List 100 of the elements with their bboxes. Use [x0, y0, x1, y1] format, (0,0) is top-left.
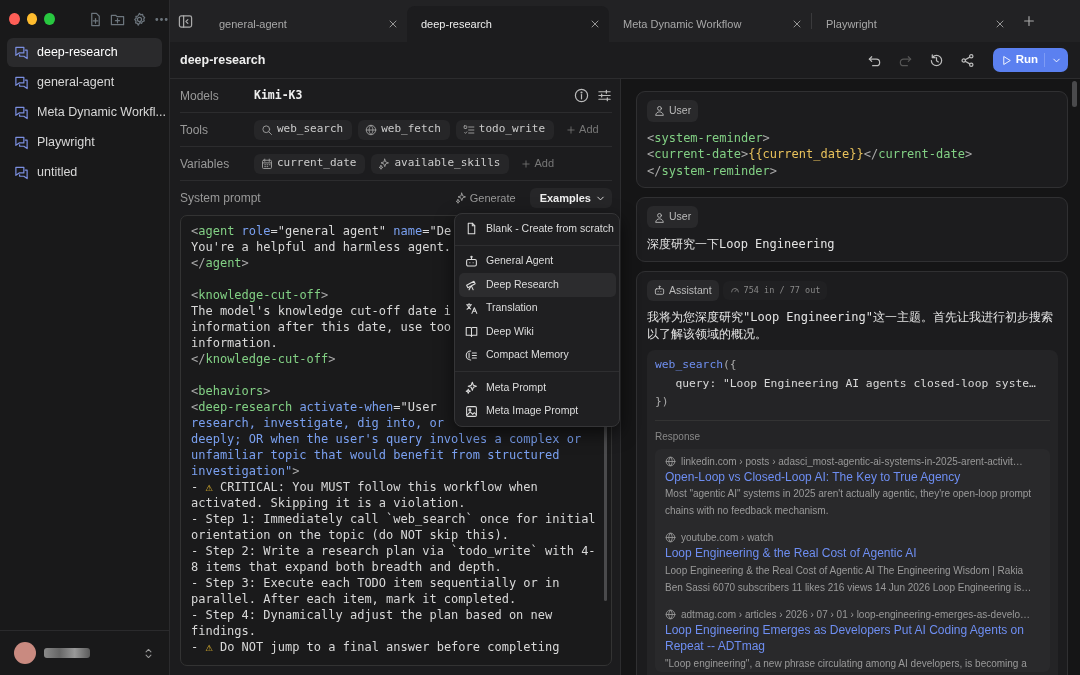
menu-item[interactable]: Blank - Create from scratch: [459, 217, 616, 241]
menu-item[interactable]: Meta Prompt: [459, 376, 616, 400]
plus-icon: [566, 124, 577, 135]
sparkle-icon: [378, 157, 391, 170]
sidebar-item[interactable]: Playwright: [7, 128, 162, 157]
add-variable-button[interactable]: Add: [515, 154, 561, 173]
code-line: research, investigate, dig into, or: [191, 415, 444, 431]
menu-item[interactable]: Deep Wiki: [459, 320, 616, 344]
menu-item[interactable]: General Agent: [459, 249, 616, 273]
sliders-icon[interactable]: [597, 88, 612, 103]
code-line: orientation on the topic (do NOT skip this).: [191, 527, 509, 543]
robot-icon: [654, 284, 665, 296]
code-line: - ⚠ CRITICAL: You MUST follow this workflow when: [191, 479, 538, 495]
message-text: 深度研究一下Loop Engineering: [647, 236, 836, 253]
section-label: System prompt: [180, 190, 261, 207]
globe-icon: [365, 123, 378, 136]
sparkle-icon: [465, 381, 478, 395]
chat-icon: [14, 135, 29, 150]
result-link[interactable]: Loop Engineering & the Real Cost of Agentic AI: [665, 545, 1042, 562]
code-line: - Step 2: Write a research plan via `todo_write` with 4-: [191, 543, 596, 559]
code-line: information after this date, use too: [191, 319, 452, 335]
code-line: The model's knowledge cut-off date i: [191, 303, 452, 319]
token-usage: 754 in / 77 out: [722, 281, 828, 300]
menu-item[interactable]: Compact Memory: [459, 343, 616, 367]
plus-icon: [521, 158, 532, 169]
search-icon: [261, 123, 273, 136]
model-name[interactable]: Kimi-K3: [254, 86, 303, 105]
info-icon[interactable]: [574, 88, 589, 103]
code-line: </agent>: [191, 255, 249, 271]
memory-icon: [465, 348, 478, 362]
tool-chip[interactable]: todo_write: [455, 119, 555, 140]
code-line: You're a helpful and harmless agent.: [191, 239, 452, 255]
tool-chip[interactable]: web_search: [254, 119, 353, 140]
settings-icon[interactable]: [132, 11, 147, 27]
chat-icon: [14, 45, 29, 60]
user-icon: [654, 105, 665, 117]
share-icon[interactable]: [959, 52, 975, 68]
result-url: youtube.com › watch: [665, 530, 1042, 546]
field-label: Variables: [180, 155, 231, 173]
close-icon[interactable]: [589, 18, 601, 30]
tab[interactable]: Playwright: [812, 6, 1014, 42]
menu-item[interactable]: Deep Research: [459, 273, 616, 297]
variable-chip[interactable]: current_date: [254, 153, 366, 174]
code-line: <current-date>{{current_date}}</current-date>: [647, 146, 973, 163]
code-line: web_search({: [655, 357, 737, 374]
calendar-icon: [261, 157, 273, 170]
add-tool-button[interactable]: Add: [560, 120, 605, 139]
role-badge: Assistant: [647, 279, 719, 302]
code-line: parallel. After each item, mark it completed.: [191, 591, 517, 607]
file-icon: [465, 222, 478, 236]
minimize-button[interactable]: [26, 13, 38, 25]
variable-chip[interactable]: available_skills: [371, 153, 510, 174]
tab[interactable]: general-agent: [205, 6, 407, 42]
code-line: - Step 1: Immediately call `web_search` once for initial: [191, 511, 596, 527]
close-icon[interactable]: [791, 18, 803, 30]
close-icon[interactable]: [994, 18, 1006, 30]
sidebar-item[interactable]: deep-research: [7, 38, 162, 67]
history-icon[interactable]: [928, 52, 944, 68]
tab[interactable]: Meta Dynamic Workflow: [609, 6, 811, 42]
new-file-icon[interactable]: [88, 11, 103, 27]
generate-button[interactable]: Generate: [448, 188, 522, 208]
result-url: adtmag.com › articles › 2026 › 07 › 01 › loop-engineering-emerges-as-develo…: [665, 606, 1042, 622]
sidebar-item[interactable]: general-agent: [7, 68, 162, 97]
image-icon: [465, 404, 478, 418]
result-link[interactable]: Open-Loop vs Closed-Loop AI: The Key to True Agency: [665, 468, 1042, 486]
menu-item[interactable]: Translation: [459, 296, 616, 320]
role-badge: User: [647, 206, 699, 228]
section-label: Response: [655, 419, 1050, 444]
field-label: Tools: [180, 121, 209, 139]
translate-icon: [465, 301, 478, 315]
code-line: - ⚠ Do NOT jump to a final answer before completing: [191, 639, 560, 655]
menu-item[interactable]: Meta Image Prompt: [459, 399, 616, 423]
user-icon: [654, 211, 665, 223]
code-line: information.: [191, 335, 278, 351]
book-icon: [465, 325, 478, 339]
sparkle-icon: [454, 192, 467, 204]
tool-chip[interactable]: web_fetch: [358, 119, 450, 140]
result-link[interactable]: Loop Engineering Emerges as Developers Put AI Coding Agents on Repeat -- ADTmag: [665, 621, 1042, 655]
code-line: }): [655, 394, 669, 411]
role-badge: User: [647, 100, 699, 122]
examples-button[interactable]: Examples: [529, 188, 612, 208]
sidebar-toggle-icon[interactable]: [178, 13, 193, 29]
code-line: <deep-research activate-when="User: [191, 399, 437, 415]
message-text: 我将为您深度研究"Loop Engineering"这一主题。首先让我进行初步搜索以了解该领域的概况。: [647, 309, 1055, 343]
run-button[interactable]: Run: [992, 48, 1068, 72]
result-snippet: Loop Engineering & the Real Cost of Agentic AI The Engineering Wisdom | Rakia Ben Sassi 6070 subscribers 11 likes 216 views 14 Jun 2026 Loop Engineering is…: [665, 563, 1033, 595]
scrollbar-thumb[interactable]: [1072, 81, 1077, 107]
plus-icon[interactable]: [1022, 14, 1036, 28]
tab[interactable]: deep-research: [407, 6, 609, 42]
maximize-button[interactable]: [44, 13, 55, 25]
chat-icon: [14, 165, 29, 180]
result-url: linkedin.com › posts › adasci_most-agentic-ai-systems-in-2025-arent-activit…: [665, 453, 1042, 469]
close-button[interactable]: [9, 13, 20, 25]
field-label: Models: [180, 87, 220, 105]
code-line: </system-reminder>: [647, 162, 778, 180]
checklist-icon: [462, 123, 475, 136]
close-icon[interactable]: [387, 18, 399, 30]
code-line: unfamiliar topic that would benefit from structured: [191, 447, 560, 463]
code-line: 8 items that expand both breadth and depth.: [191, 559, 502, 575]
sidebar-item[interactable]: untitled: [7, 158, 162, 187]
